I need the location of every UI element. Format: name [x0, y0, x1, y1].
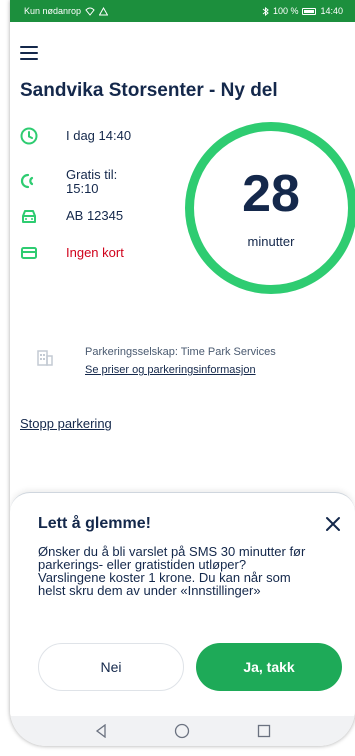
remaining-unit: minutter — [247, 233, 295, 249]
status-left: Kun nødanrop — [24, 6, 109, 16]
status-carrier-text: Kun nødanrop — [24, 6, 82, 16]
free-until-time: 15:10 — [66, 181, 99, 196]
building-icon — [37, 350, 53, 371]
license-plate: AB 12345 — [66, 208, 124, 223]
back-icon[interactable] — [92, 722, 110, 740]
stop-parking-link[interactable]: Stopp parkering — [20, 416, 112, 431]
payment-card: Ingen kort — [66, 245, 124, 260]
no-button[interactable]: Nei — [38, 643, 184, 691]
free-until-label: Gratis til: — [66, 167, 118, 182]
yes-button[interactable]: Ja, takk — [196, 643, 342, 691]
phone-screen: Kun nødanrop 100 % 14:40 Sandvika Storse… — [10, 0, 355, 746]
battery-icon — [302, 7, 317, 15]
clock-icon — [20, 127, 38, 145]
page-title: Sandvika Storsenter - Ny del — [20, 80, 278, 101]
prices-info-link[interactable]: Se priser og parkeringsinformasjon — [85, 364, 256, 376]
close-icon[interactable] — [322, 513, 344, 535]
car-icon — [20, 207, 38, 225]
free-until: Gratis til: 15:10 — [66, 168, 117, 196]
start-time: I dag 14:40 — [66, 128, 132, 143]
warning-icon — [99, 6, 109, 15]
home-icon[interactable] — [173, 722, 191, 740]
bluetooth-icon — [262, 6, 269, 16]
parking-company: Parkeringsselskap: Time Park Services — [85, 346, 276, 358]
system-nav-bar — [10, 716, 355, 746]
remaining-time-ring: 28 minutter — [185, 122, 355, 294]
hamburger-menu-icon[interactable] — [20, 46, 40, 62]
reminder-dialog: Lett å glemme! Ønsker du å bli varslet p… — [10, 492, 355, 716]
credit-card-icon — [20, 244, 38, 262]
status-right: 100 % 14:40 — [262, 6, 343, 16]
battery-percent: 100 % — [272, 6, 299, 16]
status-bar: Kun nødanrop 100 % 14:40 — [10, 0, 355, 22]
recents-icon[interactable] — [255, 722, 273, 740]
remaining-minutes: 28 — [242, 164, 300, 223]
dialog-body: Ønsker du å bli varslet på SMS 30 minutt… — [38, 544, 306, 598]
free-time-icon — [20, 172, 38, 190]
dialog-title: Lett å glemme! — [38, 515, 151, 532]
wifi-icon — [85, 7, 95, 16]
status-time: 14:40 — [320, 6, 343, 16]
